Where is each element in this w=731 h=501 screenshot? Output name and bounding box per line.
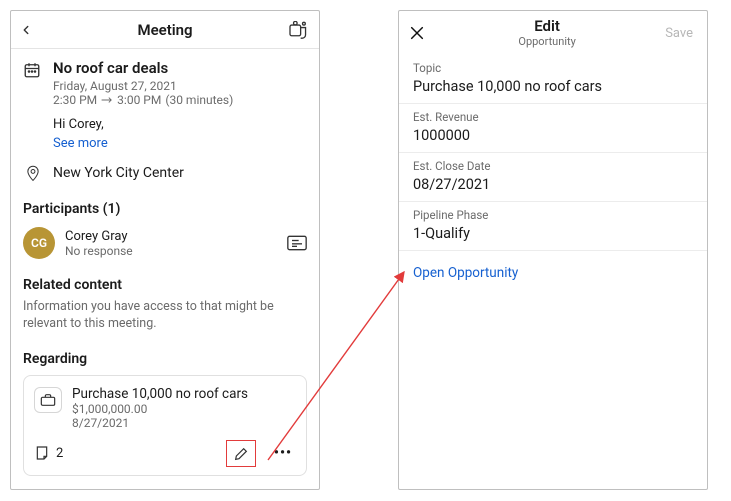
event-greeting: Hi Corey, [53,117,307,132]
regarding-heading: Regarding [23,351,307,367]
corner-tl [398,10,414,26]
corner-br [692,474,708,490]
field-est-revenue-value[interactable]: 1000000 [413,127,693,144]
edit-title-block: Edit Opportunity [433,18,661,48]
location-text: New York City Center [53,165,184,181]
notes-count: 2 [56,446,63,461]
edit-panel: Edit Opportunity Save Topic Purchase 10,… [398,10,708,490]
field-pipeline-phase-label: Pipeline Phase [413,208,693,222]
meeting-title: Meeting [43,21,287,39]
notes-icon[interactable] [34,445,50,461]
meeting-panel: Meeting No roof car deals Friday, August… [10,10,320,490]
event-time-start: 2:30 PM [53,93,97,107]
field-topic[interactable]: Topic Purchase 10,000 no roof cars [399,55,707,104]
back-button[interactable] [19,23,43,37]
event-date: Friday, August 27, 2021 [53,79,233,93]
more-button[interactable]: ••• [270,445,296,461]
field-pipeline-phase-value[interactable]: 1-Qualify [413,225,693,242]
regarding-card[interactable]: Purchase 10,000 no roof cars $1,000,000.… [23,375,307,476]
avatar: CG [23,227,55,259]
field-est-close-date-label: Est. Close Date [413,159,693,173]
edit-subtitle: Opportunity [433,35,661,48]
location-icon [23,165,43,183]
field-pipeline-phase[interactable]: Pipeline Phase 1-Qualify [399,202,707,251]
meeting-body: No roof car deals Friday, August 27, 202… [11,49,319,489]
participant-name: Corey Gray [65,229,133,244]
corner-bl [398,474,414,490]
meeting-header: Meeting [11,11,319,49]
edit-header: Edit Opportunity Save [399,11,707,55]
regarding-date: 8/27/2021 [72,416,248,430]
participant-status: No response [65,244,133,258]
field-topic-label: Topic [413,61,693,75]
field-est-revenue-label: Est. Revenue [413,110,693,124]
field-est-close-date[interactable]: Est. Close Date 08/27/2021 [399,153,707,202]
event-time-end: 3:00 PM [117,93,161,107]
participant-row[interactable]: CG Corey Gray No response [23,227,307,259]
teams-icon[interactable] [287,21,311,39]
regarding-revenue: $1,000,000.00 [72,402,248,416]
participants-heading: Participants (1) [23,201,307,217]
field-est-close-date-value[interactable]: 08/27/2021 [413,176,693,193]
edit-button[interactable] [226,440,256,467]
event-info: No roof car deals Friday, August 27, 202… [53,59,233,107]
see-more-link[interactable]: See more [53,136,307,151]
event-title: No roof car deals [53,59,233,77]
regarding-row: Purchase 10,000 no roof cars $1,000,000.… [34,386,296,430]
related-content-heading: Related content [23,277,307,293]
calendar-icon [23,61,43,107]
briefcase-icon [34,387,62,413]
close-button[interactable] [409,25,433,41]
regarding-title: Purchase 10,000 no roof cars [72,386,248,402]
location-row: New York City Center [23,165,307,183]
edit-title: Edit [433,18,661,35]
contact-card-icon[interactable] [287,235,307,251]
participant-info: Corey Gray No response [65,229,133,258]
event-block: No roof car deals Friday, August 27, 202… [23,59,307,107]
open-opportunity-link[interactable]: Open Opportunity [399,251,707,295]
arrow-right-icon [101,96,113,104]
save-button[interactable]: Save [661,26,697,41]
related-content-text: Information you have access to that migh… [23,299,307,333]
corner-tr [692,10,708,26]
field-topic-value[interactable]: Purchase 10,000 no roof cars [413,78,693,95]
event-duration: (30 minutes) [165,93,233,107]
regarding-footer: 2 ••• [34,440,296,467]
field-est-revenue[interactable]: Est. Revenue 1000000 [399,104,707,153]
event-time: 2:30 PM 3:00 PM (30 minutes) [53,93,233,107]
regarding-info: Purchase 10,000 no roof cars $1,000,000.… [72,386,248,430]
